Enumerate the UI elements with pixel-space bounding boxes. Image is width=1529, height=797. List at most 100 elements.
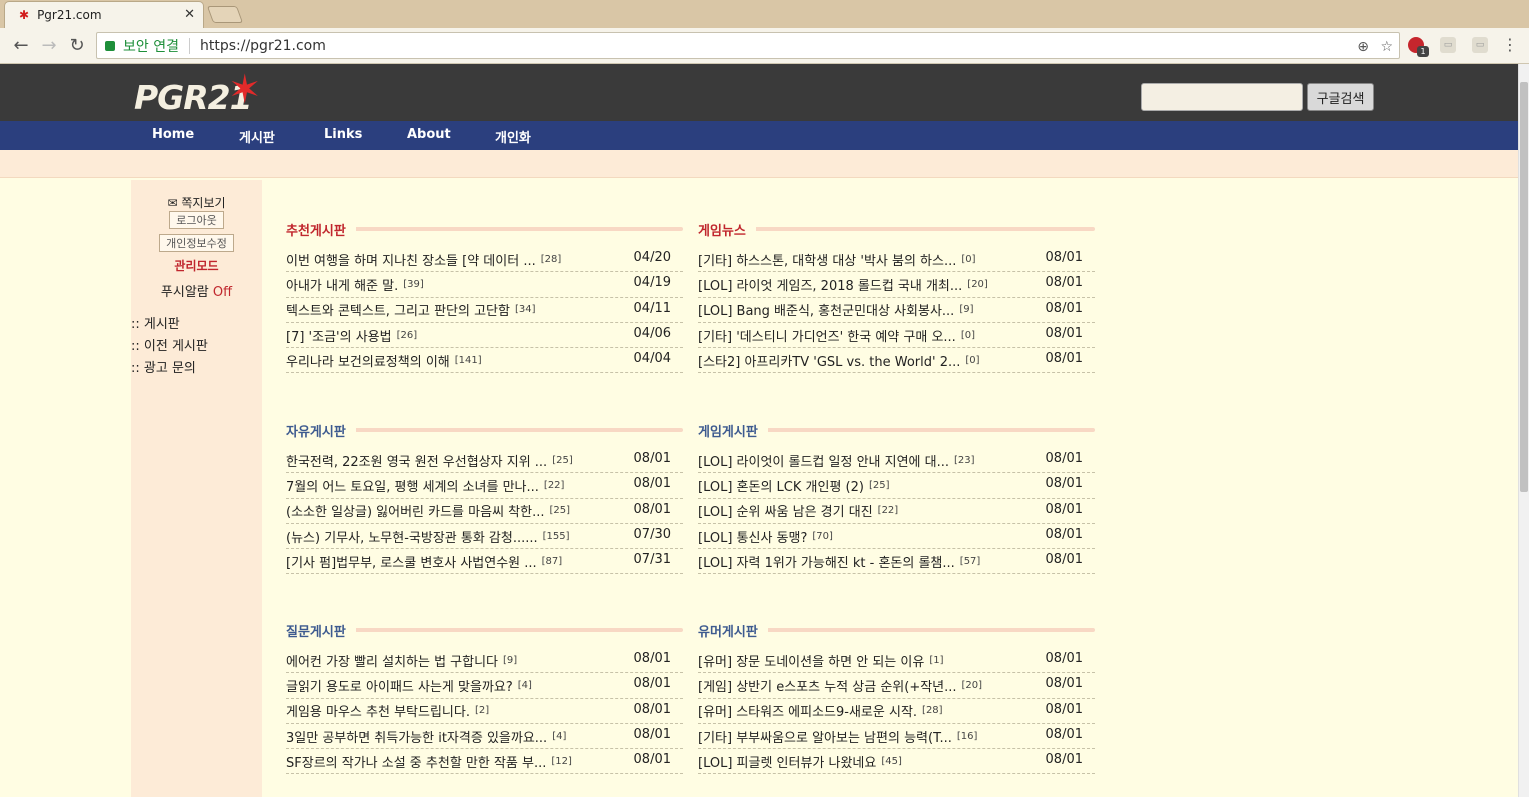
list-item[interactable]: 우리나라 보건의료정책의 이해 [141] 04/04 <box>286 348 683 374</box>
list-item[interactable]: (소소한 일상글) 잃어버린 카드를 마음씨 착한... [25] 08/01 <box>286 499 683 524</box>
list-item[interactable]: [LOL] 라이엇이 롤드컵 일정 안내 지연에 대... [23] 08/01 <box>698 448 1095 474</box>
forward-arrow-icon[interactable]: → <box>38 35 60 56</box>
nav-board[interactable]: 게시판 <box>239 127 275 146</box>
list-item[interactable]: (뉴스) 기무사, 노무현-국방장관 통화 감청...... [155] 07/30 <box>286 524 683 550</box>
post-title[interactable]: 텍스트와 콘텍스트, 그리고 판단의 고단함 <box>286 300 510 319</box>
edit-info-button[interactable]: 개인정보수정 <box>159 234 234 252</box>
bookmark-star-icon[interactable]: ☆ <box>1380 39 1393 55</box>
push-alarm-label: 푸시알람 <box>160 285 209 300</box>
search-input[interactable] <box>1141 83 1303 111</box>
list-item[interactable]: [기사 펌]법무부, 로스쿨 변호사 사법연수원 ... [87] 07/31 <box>286 549 683 575</box>
list-item[interactable]: [기타] 부부싸움으로 알아보는 남편의 능력(T... [16] 08/01 <box>698 724 1095 750</box>
post-title[interactable]: SF장르의 작가나 소설 중 추천할 만한 작품 부... <box>286 752 546 771</box>
board-title[interactable]: 자유게시판 <box>286 421 356 440</box>
list-item[interactable]: 글읽기 용도로 아이패드 사는게 맞을까요? [4] 08/01 <box>286 673 683 699</box>
post-title[interactable]: (소소한 일상글) 잃어버린 카드를 마음씨 착한... <box>286 501 544 520</box>
post-title[interactable]: [기타] 부부싸움으로 알아보는 남편의 능력(T... <box>698 727 952 746</box>
logout-button[interactable]: 로그아웃 <box>169 211 224 229</box>
post-title[interactable]: [LOL] 순위 싸움 남은 경기 대진 <box>698 501 873 520</box>
board-title[interactable]: 유머게시판 <box>698 621 768 640</box>
list-item[interactable]: 아내가 내게 해준 말. [39] 04/19 <box>286 272 683 298</box>
board-title[interactable]: 게임뉴스 <box>698 220 756 239</box>
mail-link[interactable]: ✉ 쪽지보기 <box>131 194 262 211</box>
list-item[interactable]: 이번 여행을 하며 지나친 장소들 [약 데이터 ... [28] 04/20 <box>286 247 683 273</box>
list-item[interactable]: [게임] 상반기 e스포츠 누적 상금 순위(+작년... [20] 08/01 <box>698 673 1095 699</box>
list-item[interactable]: [스타2] 아프리카TV 'GSL vs. the World' 2... [0]… <box>698 348 1095 374</box>
post-title[interactable]: [LOL] 자력 1위가 가능해진 kt - 혼돈의 롤챔... <box>698 552 955 571</box>
sidebar-link-old-board[interactable]: :: 이전 게시판 <box>131 335 208 354</box>
list-item[interactable]: 7월의 어느 토요일, 평행 세계의 소녀를 만나... [22] 08/01 <box>286 473 683 499</box>
url-text: https://pgr21.com <box>199 37 326 54</box>
list-item[interactable]: [7] '조금'의 사용법 [26] 04/06 <box>286 323 683 349</box>
zoom-icon[interactable]: ⊕ <box>1357 39 1369 55</box>
nav-personalize[interactable]: 개인화 <box>495 127 531 146</box>
sidebar-link-ad-inquiry[interactable]: :: 광고 문의 <box>131 357 196 376</box>
new-tab-button[interactable] <box>206 6 244 23</box>
board-title[interactable]: 질문게시판 <box>286 621 356 640</box>
post-title[interactable]: 한국전력, 22조원 영국 원전 우선협상자 지위 ... <box>286 451 547 470</box>
post-title[interactable]: [유머] 스타워즈 에피소드9-새로운 시작. <box>698 701 917 720</box>
list-item[interactable]: SF장르의 작가나 소설 중 추천할 만한 작품 부... [12] 08/01 <box>286 749 683 775</box>
browser-tab[interactable]: ✱ Pgr21.com ✕ <box>4 1 204 28</box>
address-bar[interactable]: 보안 연결 https://pgr21.com ⊕ ☆ <box>96 32 1400 59</box>
back-arrow-icon[interactable]: ← <box>10 35 32 56</box>
list-item[interactable]: 한국전력, 22조원 영국 원전 우선협상자 지위 ... [25] 08/01 <box>286 448 683 474</box>
post-title[interactable]: [스타2] 아프리카TV 'GSL vs. the World' 2... <box>698 351 960 370</box>
post-title[interactable]: 7월의 어느 토요일, 평행 세계의 소녀를 만나... <box>286 476 539 495</box>
list-item[interactable]: [LOL] 순위 싸움 남은 경기 대진 [22] 08/01 <box>698 499 1095 524</box>
list-item[interactable]: [기타] '데스티니 가디언즈' 한국 예약 구매 오... [0] 08/01 <box>698 323 1095 349</box>
list-item[interactable]: [기타] 하스스톤, 대학생 대상 '박사 붐의 하스... [0] 08/01 <box>698 247 1095 273</box>
list-item[interactable]: [LOL] 통신사 동맹? [70] 08/01 <box>698 524 1095 550</box>
list-item[interactable]: 3일만 공부하면 취득가능한 it자격증 있을까요... [4] 08/01 <box>286 724 683 750</box>
nav-home[interactable]: Home <box>152 127 194 142</box>
admin-mode-link[interactable]: 관리모드 <box>174 259 218 273</box>
nav-links[interactable]: Links <box>324 127 362 142</box>
list-item[interactable]: [유머] 스타워즈 에피소드9-새로운 시작. [28] 08/01 <box>698 699 1095 724</box>
post-title[interactable]: 게임용 마우스 추천 부탁드립니다. <box>286 701 470 720</box>
tab-title: Pgr21.com <box>37 8 102 22</box>
post-title[interactable]: [LOL] 라이엇이 롤드컵 일정 안내 지연에 대... <box>698 451 949 470</box>
comment-count: [57] <box>959 555 981 567</box>
list-item[interactable]: [LOL] 라이엇 게임즈, 2018 롤드컵 국내 개최... [20] 08/0… <box>698 272 1095 298</box>
list-item[interactable]: [유머] 장문 도네이션을 하면 안 되는 이유 [1] 08/01 <box>698 648 1095 674</box>
post-title[interactable]: 3일만 공부하면 취득가능한 it자격증 있을까요... <box>286 727 547 746</box>
post-title[interactable]: [7] '조금'의 사용법 <box>286 326 392 345</box>
list-item[interactable]: [LOL] Bang 배준식, 홍천군민대상 사회봉사... [9] 08/01 <box>698 298 1095 323</box>
post-title[interactable]: [유머] 장문 도네이션을 하면 안 되는 이유 <box>698 651 924 670</box>
post-title[interactable]: [기타] 하스스톤, 대학생 대상 '박사 붐의 하스... <box>698 250 956 269</box>
post-date: 08/01 <box>1045 752 1083 768</box>
post-title[interactable]: 이번 여행을 하며 지나친 장소들 [약 데이터 ... <box>286 250 536 269</box>
list-item[interactable]: [LOL] 자력 1위가 가능해진 kt - 혼돈의 롤챔... [57] 08/0… <box>698 549 1095 575</box>
post-title[interactable]: [LOL] 피글렛 인터뷰가 나왔네요 <box>698 752 876 771</box>
menu-dots-icon[interactable]: ⋮ <box>1499 35 1521 54</box>
post-title[interactable]: (뉴스) 기무사, 노무현-국방장관 통화 감청...... <box>286 527 538 546</box>
reload-icon[interactable]: ↻ <box>66 35 88 56</box>
list-item[interactable]: 에어컨 가장 빨리 설치하는 법 구합니다 [9] 08/01 <box>286 648 683 674</box>
post-title[interactable]: [LOL] 라이엇 게임즈, 2018 롤드컵 국내 개최... <box>698 275 962 294</box>
comment-count: [0] <box>960 329 975 341</box>
list-item[interactable]: 텍스트와 콘텍스트, 그리고 판단의 고단함 [34] 04/11 <box>286 298 683 323</box>
list-item[interactable]: [LOL] 피글렛 인터뷰가 나왔네요 [45] 08/01 <box>698 749 1095 775</box>
board-title[interactable]: 추천게시판 <box>286 220 356 239</box>
post-title[interactable]: 우리나라 보건의료정책의 이해 <box>286 351 450 370</box>
sidebar-link-board[interactable]: :: 게시판 <box>131 313 180 332</box>
nav-about[interactable]: About <box>407 127 451 142</box>
post-title[interactable]: [LOL] 통신사 동맹? <box>698 527 807 546</box>
post-title[interactable]: 아내가 내게 해준 말. <box>286 275 398 294</box>
list-item[interactable]: 게임용 마우스 추천 부탁드립니다. [2] 08/01 <box>286 699 683 724</box>
post-title[interactable]: [기사 펌]법무부, 로스쿨 변호사 사법연수원 ... <box>286 552 537 571</box>
scrollbar-thumb[interactable] <box>1520 82 1528 492</box>
close-tab-icon[interactable]: ✕ <box>184 7 195 22</box>
board-title[interactable]: 게임게시판 <box>698 421 768 440</box>
post-title[interactable]: [LOL] 혼돈의 LCK 개인평 (2) <box>698 476 864 495</box>
post-title[interactable]: [게임] 상반기 e스포츠 누적 상금 순위(+작년... <box>698 676 957 695</box>
extension-icon[interactable]: ▭ <box>1472 37 1488 53</box>
push-alarm-toggle[interactable]: 푸시알람 Off <box>131 281 262 300</box>
post-title[interactable]: [LOL] Bang 배준식, 홍천군민대상 사회봉사... <box>698 300 954 319</box>
extension-icon[interactable]: ▭ <box>1440 37 1456 53</box>
post-title[interactable]: [기타] '데스티니 가디언즈' 한국 예약 구매 오... <box>698 326 956 345</box>
google-search-button[interactable]: 구글검색 <box>1307 83 1374 111</box>
post-title[interactable]: 에어컨 가장 빨리 설치하는 법 구합니다 <box>286 651 498 670</box>
post-title[interactable]: 글읽기 용도로 아이패드 사는게 맞을까요? <box>286 676 513 695</box>
list-item[interactable]: [LOL] 혼돈의 LCK 개인평 (2) [25] 08/01 <box>698 473 1095 499</box>
